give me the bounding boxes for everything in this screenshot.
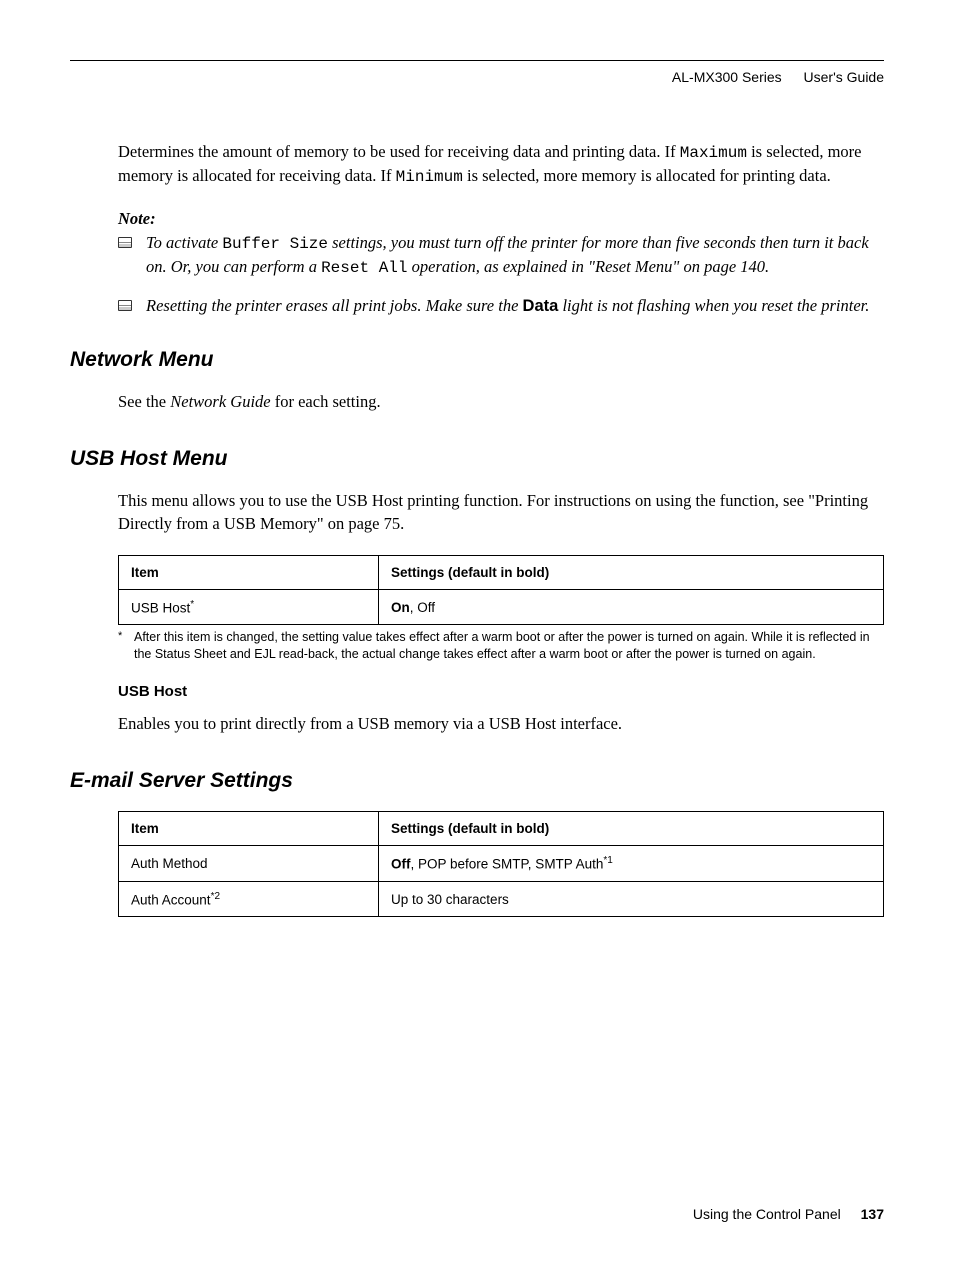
- col-header-settings: Settings (default in bold): [379, 555, 884, 589]
- note2-data-bold: Data: [523, 297, 559, 315]
- cell-item: USB Host*: [119, 589, 379, 625]
- intro-text-a: Determines the amount of memory to be us…: [118, 142, 680, 161]
- col-header-item: Item: [119, 555, 379, 589]
- table-row: USB Host* On, Off: [119, 589, 884, 625]
- note2-b: light is not flashing when you reset the…: [558, 296, 869, 315]
- usb-host-item-sup: *: [190, 599, 194, 610]
- usb-host-default: On: [391, 600, 410, 615]
- page-number: 137: [861, 1206, 884, 1222]
- cell-settings: Off, POP before SMTP, SMTP Auth*1: [379, 846, 884, 882]
- email-server-heading: E-mail Server Settings: [70, 769, 884, 793]
- email-server-table: Item Settings (default in bold) Auth Met…: [118, 811, 884, 917]
- email-r1-rest: , POP before SMTP, SMTP Auth: [411, 857, 604, 872]
- intro-mono-1: Maximum: [680, 144, 747, 162]
- network-text-a: See the: [118, 392, 170, 411]
- checkbox-bullet-icon: [118, 300, 132, 311]
- note-text-2: Resetting the printer erases all print j…: [146, 294, 869, 318]
- cell-item: Auth Account*2: [119, 881, 379, 917]
- footer-section: Using the Control Panel: [693, 1206, 841, 1222]
- usb-host-table: Item Settings (default in bold) USB Host…: [118, 555, 884, 626]
- usb-host-intro: This menu allows you to use the USB Host…: [118, 489, 884, 535]
- guide-name: User's Guide: [804, 69, 884, 85]
- note1-m2: Reset All: [321, 259, 407, 277]
- usb-host-item-label: USB Host: [131, 600, 190, 615]
- table-header-row: Item Settings (default in bold): [119, 555, 884, 589]
- email-r1-default: Off: [391, 857, 411, 872]
- note-item: Resetting the printer erases all print j…: [118, 294, 884, 318]
- series-name: AL-MX300 Series: [672, 69, 782, 85]
- email-r2-sup: *2: [211, 891, 220, 902]
- col-header-item: Item: [119, 812, 379, 846]
- table-header-row: Item Settings (default in bold): [119, 812, 884, 846]
- footnote-text: After this item is changed, the setting …: [134, 629, 884, 663]
- usb-host-subtext: Enables you to print directly from a USB…: [118, 712, 884, 735]
- cell-settings: On, Off: [379, 589, 884, 625]
- table-row: Auth Account*2 Up to 30 characters: [119, 881, 884, 917]
- network-menu-text: See the Network Guide for each setting.: [118, 390, 884, 413]
- col-header-settings: Settings (default in bold): [379, 812, 884, 846]
- cell-settings: Up to 30 characters: [379, 881, 884, 917]
- note-label: Note:: [118, 209, 884, 229]
- note1-a: To activate: [146, 233, 222, 252]
- note-text-1: To activate Buffer Size settings, you mu…: [146, 231, 884, 280]
- network-menu-heading: Network Menu: [70, 348, 884, 372]
- note-item: To activate Buffer Size settings, you mu…: [118, 231, 884, 280]
- document-header: AL-MX300 Series User's Guide: [70, 69, 884, 85]
- network-text-b: for each setting.: [271, 392, 381, 411]
- intro-text-c: is selected, more memory is allocated fo…: [463, 166, 831, 185]
- email-r1-sup: *1: [603, 855, 612, 866]
- usb-host-subheading: USB Host: [118, 683, 884, 700]
- footnote-marker: *: [118, 629, 134, 663]
- intro-paragraph: Determines the amount of memory to be us…: [118, 140, 884, 189]
- usb-host-footnote: * After this item is changed, the settin…: [118, 629, 884, 663]
- header-rule: [70, 60, 884, 61]
- table-row: Auth Method Off, POP before SMTP, SMTP A…: [119, 846, 884, 882]
- note1-m1: Buffer Size: [222, 235, 328, 253]
- page-footer: Using the Control Panel 137: [693, 1206, 884, 1222]
- usb-host-rest: , Off: [410, 600, 435, 615]
- note2-a: Resetting the printer erases all print j…: [146, 296, 523, 315]
- cell-item: Auth Method: [119, 846, 379, 882]
- checkbox-bullet-icon: [118, 237, 132, 248]
- usb-host-menu-heading: USB Host Menu: [70, 447, 884, 471]
- intro-mono-2: Minimum: [396, 168, 463, 186]
- network-text-italic: Network Guide: [170, 392, 270, 411]
- email-r2-item: Auth Account: [131, 892, 211, 907]
- note1-c: operation, as explained in "Reset Menu" …: [408, 257, 770, 276]
- note-list: To activate Buffer Size settings, you mu…: [118, 231, 884, 318]
